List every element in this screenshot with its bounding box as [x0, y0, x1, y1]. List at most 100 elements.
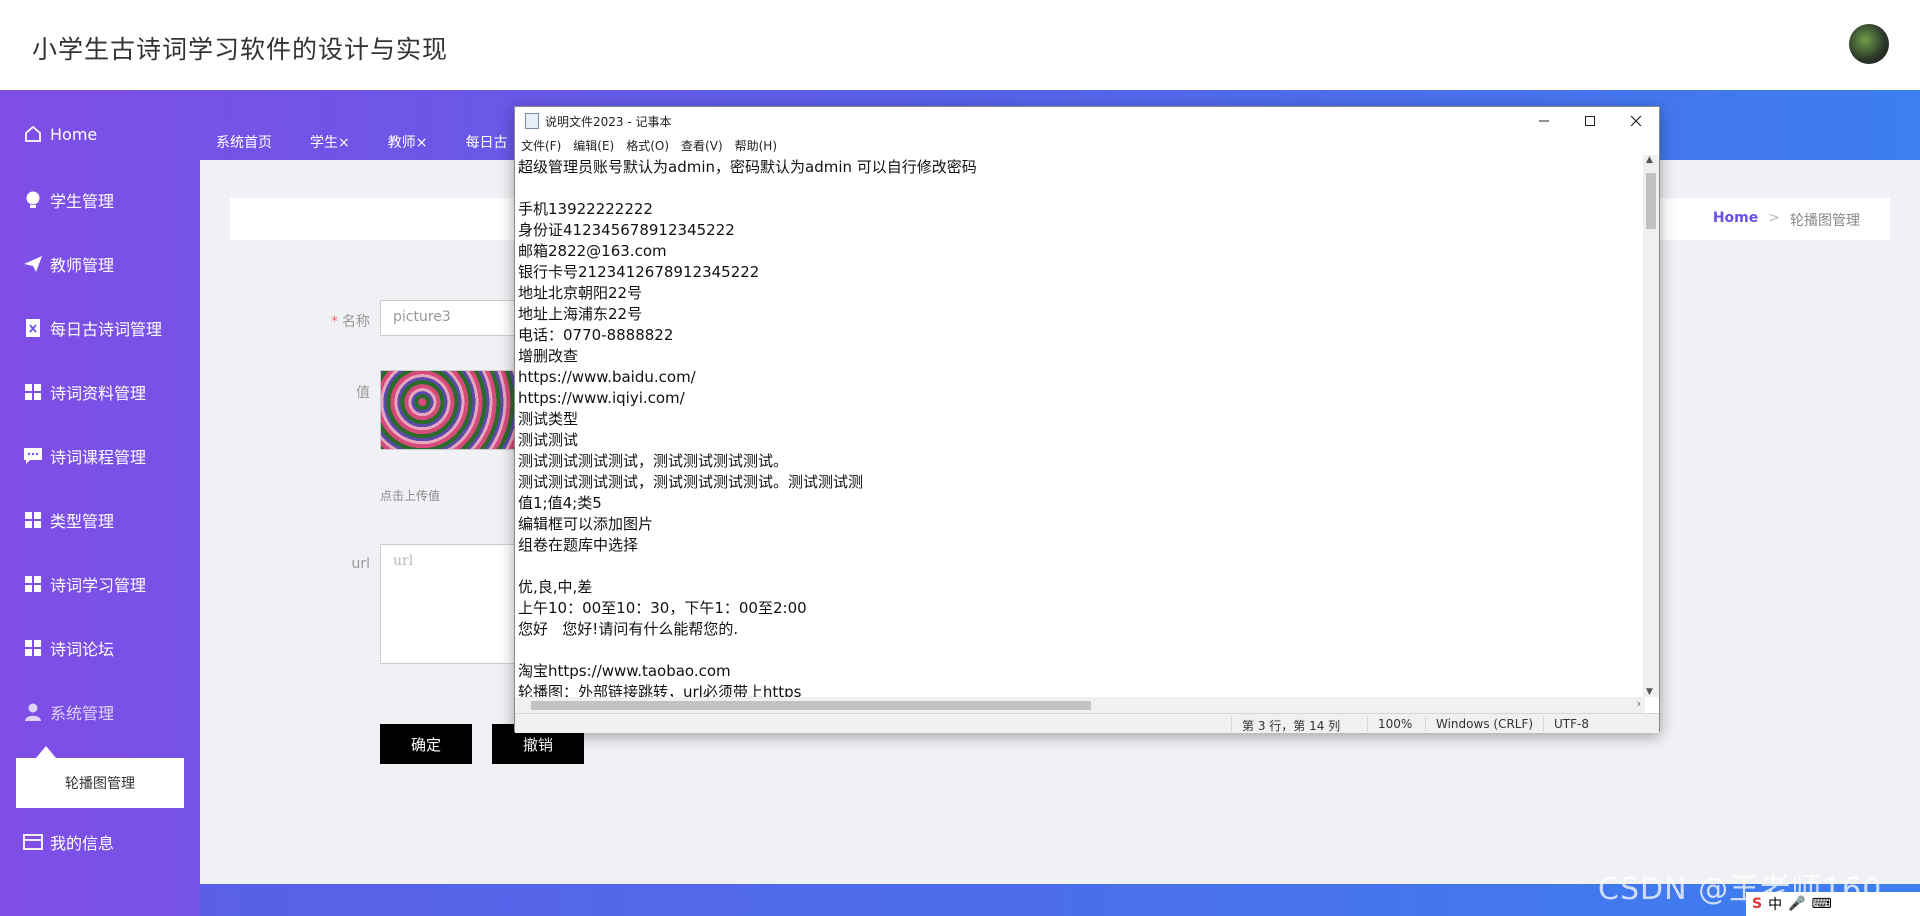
text-line[interactable]: 测试测试 [518, 430, 1642, 451]
user-icon [22, 701, 44, 723]
menu-format[interactable]: 格式(O) [626, 137, 669, 154]
ime-language[interactable]: 中 [1768, 894, 1782, 914]
menu-file[interactable]: 文件(F) [521, 137, 561, 154]
text-line[interactable]: 超级管理员账号默认为admin，密码默认为admin 可以自行修改密码 [518, 157, 1642, 178]
text-line[interactable]: 增删改查 [518, 346, 1642, 367]
notepad-titlebar[interactable]: 说明文件2023 - 记事本 [515, 107, 1659, 135]
scroll-thumb[interactable] [1646, 173, 1656, 229]
text-line[interactable]: 测试测试测试测试，测试测试测试测试。 [518, 451, 1642, 472]
sidebar-item-label: 学生管理 [50, 192, 115, 211]
text-line[interactable]: 轮播图：外部链接跳转，url必须带上https [518, 682, 1642, 697]
text-line[interactable] [518, 178, 1642, 199]
confirm-button[interactable]: 确定 [380, 724, 472, 764]
avatar[interactable] [1849, 24, 1889, 64]
menu-view[interactable]: 查看(V) [681, 137, 723, 154]
text-line[interactable]: 上午10：00至10：30，下午1：00至2:00 [518, 598, 1642, 619]
horizontal-scrollbar[interactable]: › [515, 697, 1645, 713]
text-line[interactable]: 地址上海浦东22号 [518, 304, 1642, 325]
notepad-statusbar: 第 3 行，第 14 列 100% Windows (CRLF) UTF-8 [515, 713, 1659, 734]
upload-hint[interactable]: 点击上传值 [380, 487, 440, 504]
sidebar-item-types[interactable]: 类型管理 [22, 500, 114, 540]
tab-teachers[interactable]: 教师× [388, 132, 428, 160]
text-line[interactable] [518, 556, 1642, 577]
ime-logo[interactable]: S [1752, 896, 1762, 912]
uploaded-image[interactable] [380, 370, 520, 450]
scroll-up-icon[interactable]: ▲ [1646, 155, 1653, 165]
menu-help[interactable]: 帮助(H) [735, 137, 777, 154]
tab-bar: 系统首页 学生× 教师× 每日古 [200, 120, 545, 160]
url-label: url [351, 556, 370, 572]
vertical-scrollbar[interactable]: ▲ ▼ [1643, 155, 1659, 697]
sidebar-item-label: 类型管理 [50, 512, 115, 531]
tab-students[interactable]: 学生× [310, 132, 350, 160]
sidebar-item-teachers[interactable]: 教师管理 [22, 244, 114, 284]
sidebar-item-home[interactable]: Home [22, 114, 97, 154]
cursor-position: 第 3 行，第 14 列 [1231, 717, 1340, 734]
notepad-menubar: 文件(F) 编辑(E) 格式(O) 查看(V) 帮助(H) [515, 135, 789, 155]
notepad-window[interactable]: 说明文件2023 - 记事本 文件(F) 编辑(E) 格式(O) 查看(V) 帮… [514, 106, 1660, 734]
scroll-right-icon[interactable]: › [1637, 697, 1641, 710]
home-icon [22, 123, 44, 145]
notepad-title: 说明文件2023 - 记事本 [545, 114, 672, 129]
name-input[interactable]: picture3 [380, 300, 520, 336]
sidebar-item-my-info[interactable]: 我的信息 [22, 822, 114, 862]
breadcrumb-separator: > [1768, 210, 1780, 226]
system-tray: S 中 🎤 ⌨ [1746, 892, 1920, 916]
sidebar-item-label: 诗词课程管理 [50, 448, 147, 467]
text-line[interactable]: 银行卡号2123412678912345222 [518, 262, 1642, 283]
text-line[interactable]: 手机13922222222 [518, 199, 1642, 220]
paper-plane-icon [22, 253, 44, 275]
text-line[interactable]: 测试类型 [518, 409, 1642, 430]
sidebar-item-label: Home [50, 124, 98, 144]
grid-icon [22, 573, 44, 595]
text-line[interactable]: 淘宝https://www.taobao.com [518, 661, 1642, 682]
sidebar-item-label: 诗词资料管理 [50, 384, 147, 403]
sidebar-item-poem-courses[interactable]: 诗词课程管理 [22, 436, 146, 476]
microphone-icon[interactable]: 🎤 [1788, 896, 1805, 912]
sidebar-item-label: 我的信息 [50, 834, 115, 853]
sidebar-item-students[interactable]: 学生管理 [22, 180, 114, 220]
sidebar-subitem-carousel[interactable]: 轮播图管理 [16, 758, 184, 808]
text-line[interactable]: 地址北京朝阳22号 [518, 283, 1642, 304]
notepad-text-area[interactable]: 超级管理员账号默认为admin，密码默认为admin 可以自行修改密码 手机139… [515, 155, 1645, 697]
sidebar-item-poem-materials[interactable]: 诗词资料管理 [22, 372, 146, 412]
text-line[interactable]: https://www.baidu.com/ [518, 367, 1642, 388]
keyboard-icon[interactable]: ⌨ [1812, 896, 1832, 912]
sidebar-item-label: 系统管理 [50, 704, 115, 723]
maximize-icon[interactable] [1567, 107, 1613, 135]
text-line[interactable]: 值1;值4;类5 [518, 493, 1642, 514]
chat-icon [22, 445, 44, 467]
tab-home[interactable]: 系统首页 [216, 132, 272, 160]
text-line[interactable]: 组卷在题库中选择 [518, 535, 1642, 556]
zoom-level: 100% [1367, 717, 1412, 731]
breadcrumb-home[interactable]: Home [1713, 210, 1758, 230]
sidebar-item-label: 教师管理 [50, 256, 115, 275]
value-label: 值 [356, 385, 370, 401]
url-textarea[interactable]: url [380, 544, 520, 664]
text-line[interactable]: 编辑框可以添加图片 [518, 514, 1642, 535]
hscroll-thumb[interactable] [531, 701, 1091, 710]
text-line[interactable]: 邮箱2822@163.com [518, 241, 1642, 262]
sidebar-item-system[interactable]: 系统管理 [22, 692, 114, 732]
text-line[interactable]: https://www.iqiyi.com/ [518, 388, 1642, 409]
notepad-icon [525, 113, 539, 129]
id-card-icon [22, 831, 44, 853]
menu-edit[interactable]: 编辑(E) [573, 137, 614, 154]
sidebar-item-poem-study[interactable]: 诗词学习管理 [22, 564, 146, 604]
grid-icon [22, 509, 44, 531]
text-line[interactable]: 身份证412345678912345222 [518, 220, 1642, 241]
tab-daily-poems[interactable]: 每日古 [465, 132, 507, 160]
text-line[interactable] [518, 640, 1642, 661]
window-controls [1521, 107, 1659, 135]
breadcrumb-current: 轮播图管理 [1790, 213, 1860, 229]
text-line[interactable]: 电话：0770-8888822 [518, 325, 1642, 346]
text-line[interactable]: 您好 您好!请问有什么能帮您的. [518, 619, 1642, 640]
text-line[interactable]: 优,良,中,差 [518, 577, 1642, 598]
minimize-icon[interactable] [1521, 107, 1567, 135]
scroll-down-icon[interactable]: ▼ [1646, 687, 1653, 697]
text-line[interactable]: 测试测试测试测试，测试测试测试测试。测试测试测 [518, 472, 1642, 493]
sidebar-item-daily-poems[interactable]: 每日古诗词管理 [22, 308, 162, 348]
sidebar-item-poem-forum[interactable]: 诗词论坛 [22, 628, 114, 668]
close-icon[interactable] [1613, 107, 1659, 135]
line-ending: Windows (CRLF) [1425, 717, 1533, 731]
